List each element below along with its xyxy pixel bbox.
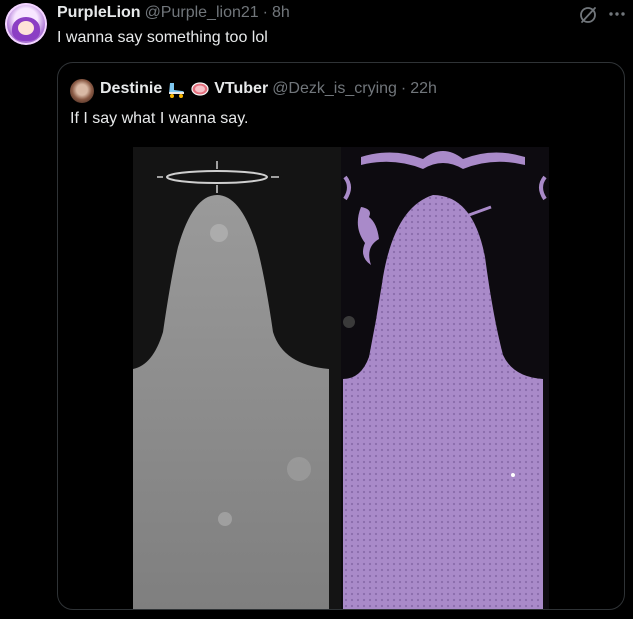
quoted-dot-separator: · <box>400 80 407 97</box>
quoted-avatar[interactable] <box>70 79 94 103</box>
timestamp[interactable]: 8h <box>272 4 290 22</box>
tweet-text: I wanna say something too lol <box>57 29 268 46</box>
roller-skate-emoji-icon <box>169 83 185 98</box>
meat-emoji-icon <box>191 82 209 96</box>
quoted-handle[interactable]: @Dezk_is_crying <box>272 80 397 98</box>
avatar[interactable] <box>5 3 47 45</box>
tweet-header: PurpleLion @Purple_lion21 · 8h <box>57 4 290 22</box>
quoted-tweet[interactable]: Destinie VTuber @Dezk_is_crying · 22h If… <box>57 62 625 610</box>
grok-icon[interactable] <box>578 5 598 25</box>
author-name[interactable]: PurpleLion <box>57 4 141 22</box>
quoted-header: Destinie VTuber @Dezk_is_crying · 22h <box>100 79 437 99</box>
quoted-author-name[interactable]: Destinie <box>100 80 162 98</box>
more-icon[interactable] <box>606 4 628 24</box>
quoted-media-image[interactable] <box>133 147 549 609</box>
quoted-author-suffix[interactable]: VTuber <box>214 80 268 98</box>
quoted-timestamp[interactable]: 22h <box>410 80 437 98</box>
quoted-tweet-text: If I say what I wanna say. <box>70 110 249 127</box>
dot-separator: · <box>262 4 268 21</box>
author-handle[interactable]: @Purple_lion21 <box>145 4 259 22</box>
